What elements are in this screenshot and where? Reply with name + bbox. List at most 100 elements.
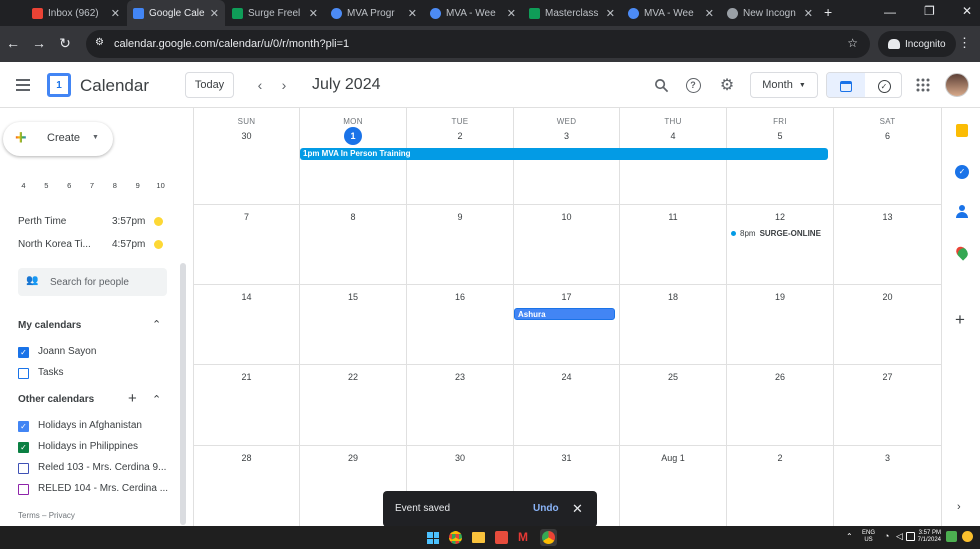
day-cell[interactable]: 20 bbox=[834, 285, 941, 365]
system-clock[interactable]: 3:57 PM 7/1/2024 bbox=[914, 530, 941, 544]
calendar-item-label[interactable]: Holidays in Philippines bbox=[38, 441, 138, 452]
day-cell[interactable]: 9 bbox=[407, 205, 514, 285]
day-cell[interactable]: 11 bbox=[620, 205, 727, 285]
settings-gear-icon[interactable]: ⚙ bbox=[716, 74, 738, 96]
event-surge-online[interactable]: 8pm SURGE-ONLINE bbox=[731, 229, 821, 238]
tasks-view-icon[interactable]: ✓ bbox=[865, 73, 901, 97]
checkbox-unchecked[interactable] bbox=[18, 463, 29, 474]
close-tab-icon[interactable]: ✕ bbox=[210, 7, 219, 20]
day-cell[interactable]: 23 bbox=[407, 365, 514, 446]
close-tab-icon[interactable]: ✕ bbox=[111, 7, 120, 20]
tasks-icon[interactable]: ✓ bbox=[955, 165, 969, 179]
widgets-icon[interactable] bbox=[946, 531, 957, 542]
day-cell[interactable]: 26 bbox=[727, 365, 834, 446]
forward-icon[interactable]: → bbox=[26, 35, 52, 51]
add-calendar-icon[interactable]: + bbox=[128, 390, 137, 407]
main-menu-icon[interactable] bbox=[12, 75, 34, 95]
tab-google-calendar[interactable]: Google Cale ✕ bbox=[127, 0, 225, 26]
tab-mva-week-2[interactable]: MVA - Wee ✕ bbox=[622, 0, 720, 26]
calendar-item-label[interactable]: Tasks bbox=[38, 367, 64, 378]
undo-button[interactable]: Undo bbox=[533, 503, 559, 514]
day-cell[interactable]: 14 bbox=[193, 285, 300, 365]
tab-surge[interactable]: Surge Freel ✕ bbox=[226, 0, 324, 26]
next-month-button[interactable]: › bbox=[274, 74, 294, 96]
privacy-link[interactable]: Privacy bbox=[49, 511, 75, 520]
back-icon[interactable]: ← bbox=[0, 35, 26, 51]
event-mva-training[interactable]: 1pm MVA In Person Training bbox=[300, 148, 828, 160]
notification-icon[interactable] bbox=[962, 531, 973, 542]
tab-masterclass[interactable]: Masterclass ✕ bbox=[523, 0, 621, 26]
view-selector[interactable]: Month ▼ bbox=[750, 72, 818, 98]
previous-month-button[interactable]: ‹ bbox=[250, 74, 270, 96]
day-cell[interactable]: 24 bbox=[514, 365, 620, 446]
active-chrome-icon[interactable] bbox=[540, 529, 557, 546]
language-indicator[interactable]: ENG US bbox=[862, 530, 875, 544]
tab-new-incognito[interactable]: New Incogn ✕ bbox=[721, 0, 819, 26]
minimize-button[interactable]: — bbox=[884, 5, 896, 19]
my-calendars-heading[interactable]: My calendars bbox=[18, 320, 81, 331]
account-avatar[interactable] bbox=[945, 73, 969, 97]
close-tab-icon[interactable]: ✕ bbox=[309, 7, 318, 20]
today-button[interactable]: Today bbox=[185, 72, 234, 98]
create-button[interactable]: + Create ▼ bbox=[3, 122, 113, 156]
checkbox-unchecked[interactable] bbox=[18, 368, 29, 379]
collapse-panel-icon[interactable]: › bbox=[957, 501, 961, 513]
add-addon-icon[interactable]: + bbox=[955, 310, 965, 330]
mini-cal-day[interactable]: 5 bbox=[35, 181, 58, 193]
day-cell[interactable]: 2 bbox=[727, 446, 834, 526]
tab-gmail[interactable]: Inbox (962) ✕ bbox=[26, 0, 126, 26]
close-tab-icon[interactable]: ✕ bbox=[408, 7, 417, 20]
day-cell[interactable]: 18 bbox=[620, 285, 727, 365]
close-tab-icon[interactable]: ✕ bbox=[606, 7, 615, 20]
calendar-item-label[interactable]: Holidays in Afghanistan bbox=[38, 420, 142, 431]
reload-icon[interactable]: ↻ bbox=[52, 35, 78, 52]
sidebar-scrollbar[interactable] bbox=[180, 263, 186, 525]
mini-cal-day[interactable]: 8 bbox=[103, 181, 126, 193]
day-cell[interactable]: 16 bbox=[407, 285, 514, 365]
tab-mva-progress[interactable]: MVA Progr ✕ bbox=[325, 0, 423, 26]
day-cell[interactable]: 27 bbox=[834, 365, 941, 446]
volume-icon[interactable]: ◁ bbox=[896, 531, 903, 542]
contacts-icon[interactable] bbox=[956, 205, 968, 218]
calendar-view-icon[interactable] bbox=[827, 73, 865, 97]
windows-start-icon[interactable] bbox=[427, 532, 439, 544]
bookmark-star-icon[interactable]: ☆ bbox=[847, 36, 858, 50]
day-cell[interactable]: 3 bbox=[834, 446, 941, 526]
checkbox-checked[interactable]: ✓ bbox=[18, 442, 29, 453]
mini-cal-day[interactable]: 10 bbox=[149, 181, 172, 193]
chevron-up-icon[interactable]: ⌃ bbox=[846, 532, 853, 541]
chrome-icon[interactable] bbox=[449, 531, 462, 544]
calendar-item-label[interactable]: RELED 104 - Mrs. Cerdina ... bbox=[38, 483, 168, 494]
mini-cal-day[interactable]: 6 bbox=[58, 181, 81, 193]
day-cell[interactable]: 7 bbox=[193, 205, 300, 285]
close-tab-icon[interactable]: ✕ bbox=[705, 7, 714, 20]
mini-cal-day[interactable]: 4 bbox=[12, 181, 35, 193]
close-tab-icon[interactable]: ✕ bbox=[804, 7, 813, 20]
chevron-up-icon[interactable]: ⌃ bbox=[152, 318, 161, 331]
address-bar[interactable]: ⚙ calendar.google.com/calendar/u/0/r/mon… bbox=[86, 30, 870, 58]
day-cell[interactable]: Aug 1 bbox=[620, 446, 727, 526]
day-cell[interactable]: SAT 6 bbox=[834, 108, 941, 205]
today-marker[interactable]: 1 bbox=[344, 127, 362, 145]
day-cell[interactable]: 21 bbox=[193, 365, 300, 446]
event-ashura[interactable]: Ashura bbox=[514, 308, 615, 320]
other-calendars-heading[interactable]: Other calendars bbox=[18, 394, 94, 405]
tab-mva-week[interactable]: MVA - Wee ✕ bbox=[424, 0, 522, 26]
new-tab-button[interactable]: + bbox=[824, 4, 832, 20]
calendar-item-label[interactable]: Reled 103 - Mrs. Cerdina 9... bbox=[38, 462, 166, 473]
day-cell[interactable]: 28 bbox=[193, 446, 300, 526]
keep-icon[interactable] bbox=[956, 124, 968, 137]
chevron-up-icon[interactable]: ⌃ bbox=[152, 393, 161, 406]
app-icon[interactable] bbox=[495, 531, 508, 544]
day-cell[interactable]: 17 bbox=[514, 285, 620, 365]
mini-cal-day[interactable]: 9 bbox=[126, 181, 149, 193]
day-cell[interactable]: 15 bbox=[300, 285, 407, 365]
close-tab-icon[interactable]: ✕ bbox=[507, 7, 516, 20]
restore-button[interactable]: ❐ bbox=[924, 4, 935, 18]
close-icon[interactable]: ✕ bbox=[572, 501, 583, 517]
mcafee-icon[interactable]: M bbox=[518, 530, 531, 544]
search-people-input[interactable]: 👥 Search for people bbox=[18, 268, 167, 296]
day-cell[interactable]: 8 bbox=[300, 205, 407, 285]
checkbox-unchecked[interactable] bbox=[18, 484, 29, 495]
checkbox-checked[interactable]: ✓ bbox=[18, 347, 29, 358]
